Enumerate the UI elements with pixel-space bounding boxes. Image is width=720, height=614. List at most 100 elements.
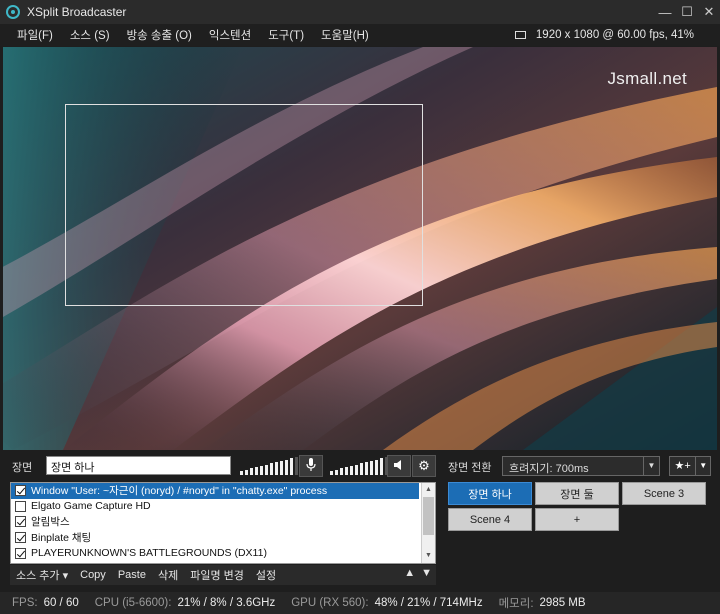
watermark-text: Jsmall.net (607, 69, 687, 88)
source-label: 알림박스 (31, 516, 70, 529)
meter-bar (240, 471, 243, 475)
meter-bar (255, 467, 258, 475)
mic-level-meter (240, 456, 298, 475)
meter-bar (275, 462, 278, 475)
meter-bar (335, 470, 338, 475)
rename-button[interactable]: 파일명 변경 (190, 567, 244, 583)
fps-label: FPS: (12, 597, 38, 609)
star-add-icon: ★+ (674, 460, 691, 472)
microphone-icon (306, 457, 316, 475)
menu-help[interactable]: 도움말(H) (321, 27, 369, 43)
minimize-button[interactable]: — (654, 0, 676, 24)
meter-bar (370, 461, 373, 475)
scene-label: 장면 (12, 462, 33, 474)
scene-controls: 장면 장면 하나 ⚙ 장면 전환 흐려지기: 700ms ▼ ★+ ▼ (0, 452, 720, 478)
meter-bar (355, 465, 358, 475)
cpu-value: 21% / 8% / 3.6GHz (177, 597, 276, 609)
source-label: Binplate 채팅 (31, 532, 92, 545)
chevron-down-icon: ▼ (695, 457, 710, 475)
source-item[interactable]: PLAYERUNKNOWN'S BATTLEGROUNDS (DX11) (11, 545, 435, 561)
scene-button-2[interactable]: 장면 둘 (535, 482, 619, 505)
audio-settings-button[interactable]: ⚙ (412, 455, 436, 477)
source-label: Window "User: ~자근이 (noryd) / #noryd" in … (31, 485, 328, 498)
cpu-label: CPU (i5-6600): (94, 597, 172, 609)
xsplit-logo-icon (6, 5, 20, 19)
scene-button-4[interactable]: Scene 4 (448, 508, 532, 531)
menu-tools[interactable]: 도구(T) (268, 27, 304, 43)
scrollbar-thumb[interactable] (423, 497, 434, 535)
window-title: XSplit Broadcaster (27, 5, 127, 19)
meter-bar (250, 468, 253, 475)
scroll-down-icon[interactable]: ▼ (422, 550, 435, 562)
meter-bar (345, 467, 348, 475)
source-item[interactable]: 알림박스 (11, 514, 435, 530)
source-visibility-checkbox[interactable] (15, 547, 26, 559)
close-button[interactable]: ✕ (698, 0, 720, 24)
meter-bar (340, 468, 343, 475)
status-bar: FPS: 60 / 60 CPU (i5-6600): 21% / 8% / 3… (0, 592, 720, 614)
speaker-icon (393, 459, 405, 474)
source-item[interactable]: Elgato Game Capture HD (11, 499, 435, 515)
memory-label: 메모리: (498, 598, 534, 610)
fps-value: 60 / 60 (43, 597, 79, 609)
settings-button[interactable]: 설정 (256, 567, 276, 583)
transition-label: 장면 전환 (448, 462, 492, 474)
speaker-level-meter (330, 456, 388, 475)
memory-value: 2985 MB (539, 597, 586, 609)
chevron-down-icon: ▼ (643, 457, 659, 475)
speaker-button[interactable] (387, 455, 411, 477)
source-visibility-checkbox[interactable] (15, 532, 26, 544)
source-visibility-checkbox[interactable] (15, 485, 26, 497)
add-source-button[interactable]: 소스 추가 ▾ (16, 567, 68, 583)
gear-icon: ⚙ (418, 458, 430, 473)
scene-name-field[interactable]: 장면 하나 (46, 456, 231, 475)
title-bar: XSplit Broadcaster — ☐ ✕ (0, 0, 720, 24)
meter-bar (330, 471, 333, 475)
meter-bar (380, 458, 383, 475)
source-label: PLAYERUNKNOWN'S BATTLEGROUNDS (DX11) (31, 547, 267, 560)
copy-button[interactable]: Copy (80, 569, 106, 581)
microphone-button[interactable] (299, 455, 323, 477)
menu-extensions[interactable]: 익스텐션 (209, 27, 251, 43)
menu-source[interactable]: 소스 (S) (70, 27, 110, 43)
add-scene-button[interactable]: + (535, 508, 619, 531)
meter-bar (285, 460, 288, 475)
maximize-button[interactable]: ☐ (676, 0, 698, 24)
gpu-value: 48% / 21% / 714MHz (374, 597, 483, 609)
delete-button[interactable]: 삭제 (158, 567, 178, 583)
scene-button-3[interactable]: Scene 3 (622, 482, 706, 505)
resolution-indicator[interactable]: 1920 x 1080 @ 60.00 fps, 41% (514, 24, 694, 46)
transition-select[interactable]: 흐려지기: 700ms ▼ (502, 456, 660, 476)
meter-bar (360, 463, 363, 475)
menu-file[interactable]: 파일(F) (17, 27, 53, 43)
meter-bar (270, 463, 273, 475)
meter-bar (265, 465, 268, 475)
transition-value: 흐려지기: 700ms (509, 463, 589, 475)
move-down-button[interactable]: ▼ (421, 567, 432, 579)
stream-preview[interactable]: Jsmall.net (3, 47, 717, 450)
scene-button-1[interactable]: 장면 하나 (448, 482, 532, 505)
paste-button[interactable]: Paste (118, 569, 146, 581)
meter-bar (365, 462, 368, 475)
window-controls: — ☐ ✕ (654, 0, 720, 24)
menu-bar: 파일(F) 소스 (S) 방송 송출 (O) 익스텐션 도구(T) 도움말(H)… (0, 24, 720, 46)
menu-broadcast[interactable]: 방송 송출 (O) (127, 27, 192, 43)
source-toolbar: 소스 추가 ▾ Copy Paste 삭제 파일명 변경 설정 ▲ ▼ (10, 565, 436, 585)
scroll-up-icon[interactable]: ▲ (422, 484, 435, 496)
source-visibility-checkbox[interactable] (15, 500, 26, 512)
move-up-button[interactable]: ▲ (404, 567, 415, 579)
meter-bar (290, 458, 293, 475)
meter-bar (245, 470, 248, 475)
source-label: Elgato Game Capture HD (31, 500, 151, 513)
source-item[interactable]: Window "User: ~자근이 (noryd) / #noryd" in … (11, 483, 419, 499)
scene-favorites-button[interactable]: ★+ ▼ (669, 456, 711, 476)
source-item[interactable]: Binplate 채팅 (11, 530, 435, 546)
source-list-scrollbar[interactable]: ▲ ▼ (421, 483, 435, 563)
meter-bar (295, 457, 298, 475)
source-visibility-checkbox[interactable] (15, 516, 26, 528)
meter-bar (350, 466, 353, 475)
meter-bar (375, 460, 378, 475)
resolution-text: 1920 x 1080 @ 60.00 fps, 41% (535, 29, 694, 41)
source-selection-box[interactable] (65, 104, 423, 306)
source-list[interactable]: Window "User: ~자근이 (noryd) / #noryd" in … (10, 482, 436, 564)
